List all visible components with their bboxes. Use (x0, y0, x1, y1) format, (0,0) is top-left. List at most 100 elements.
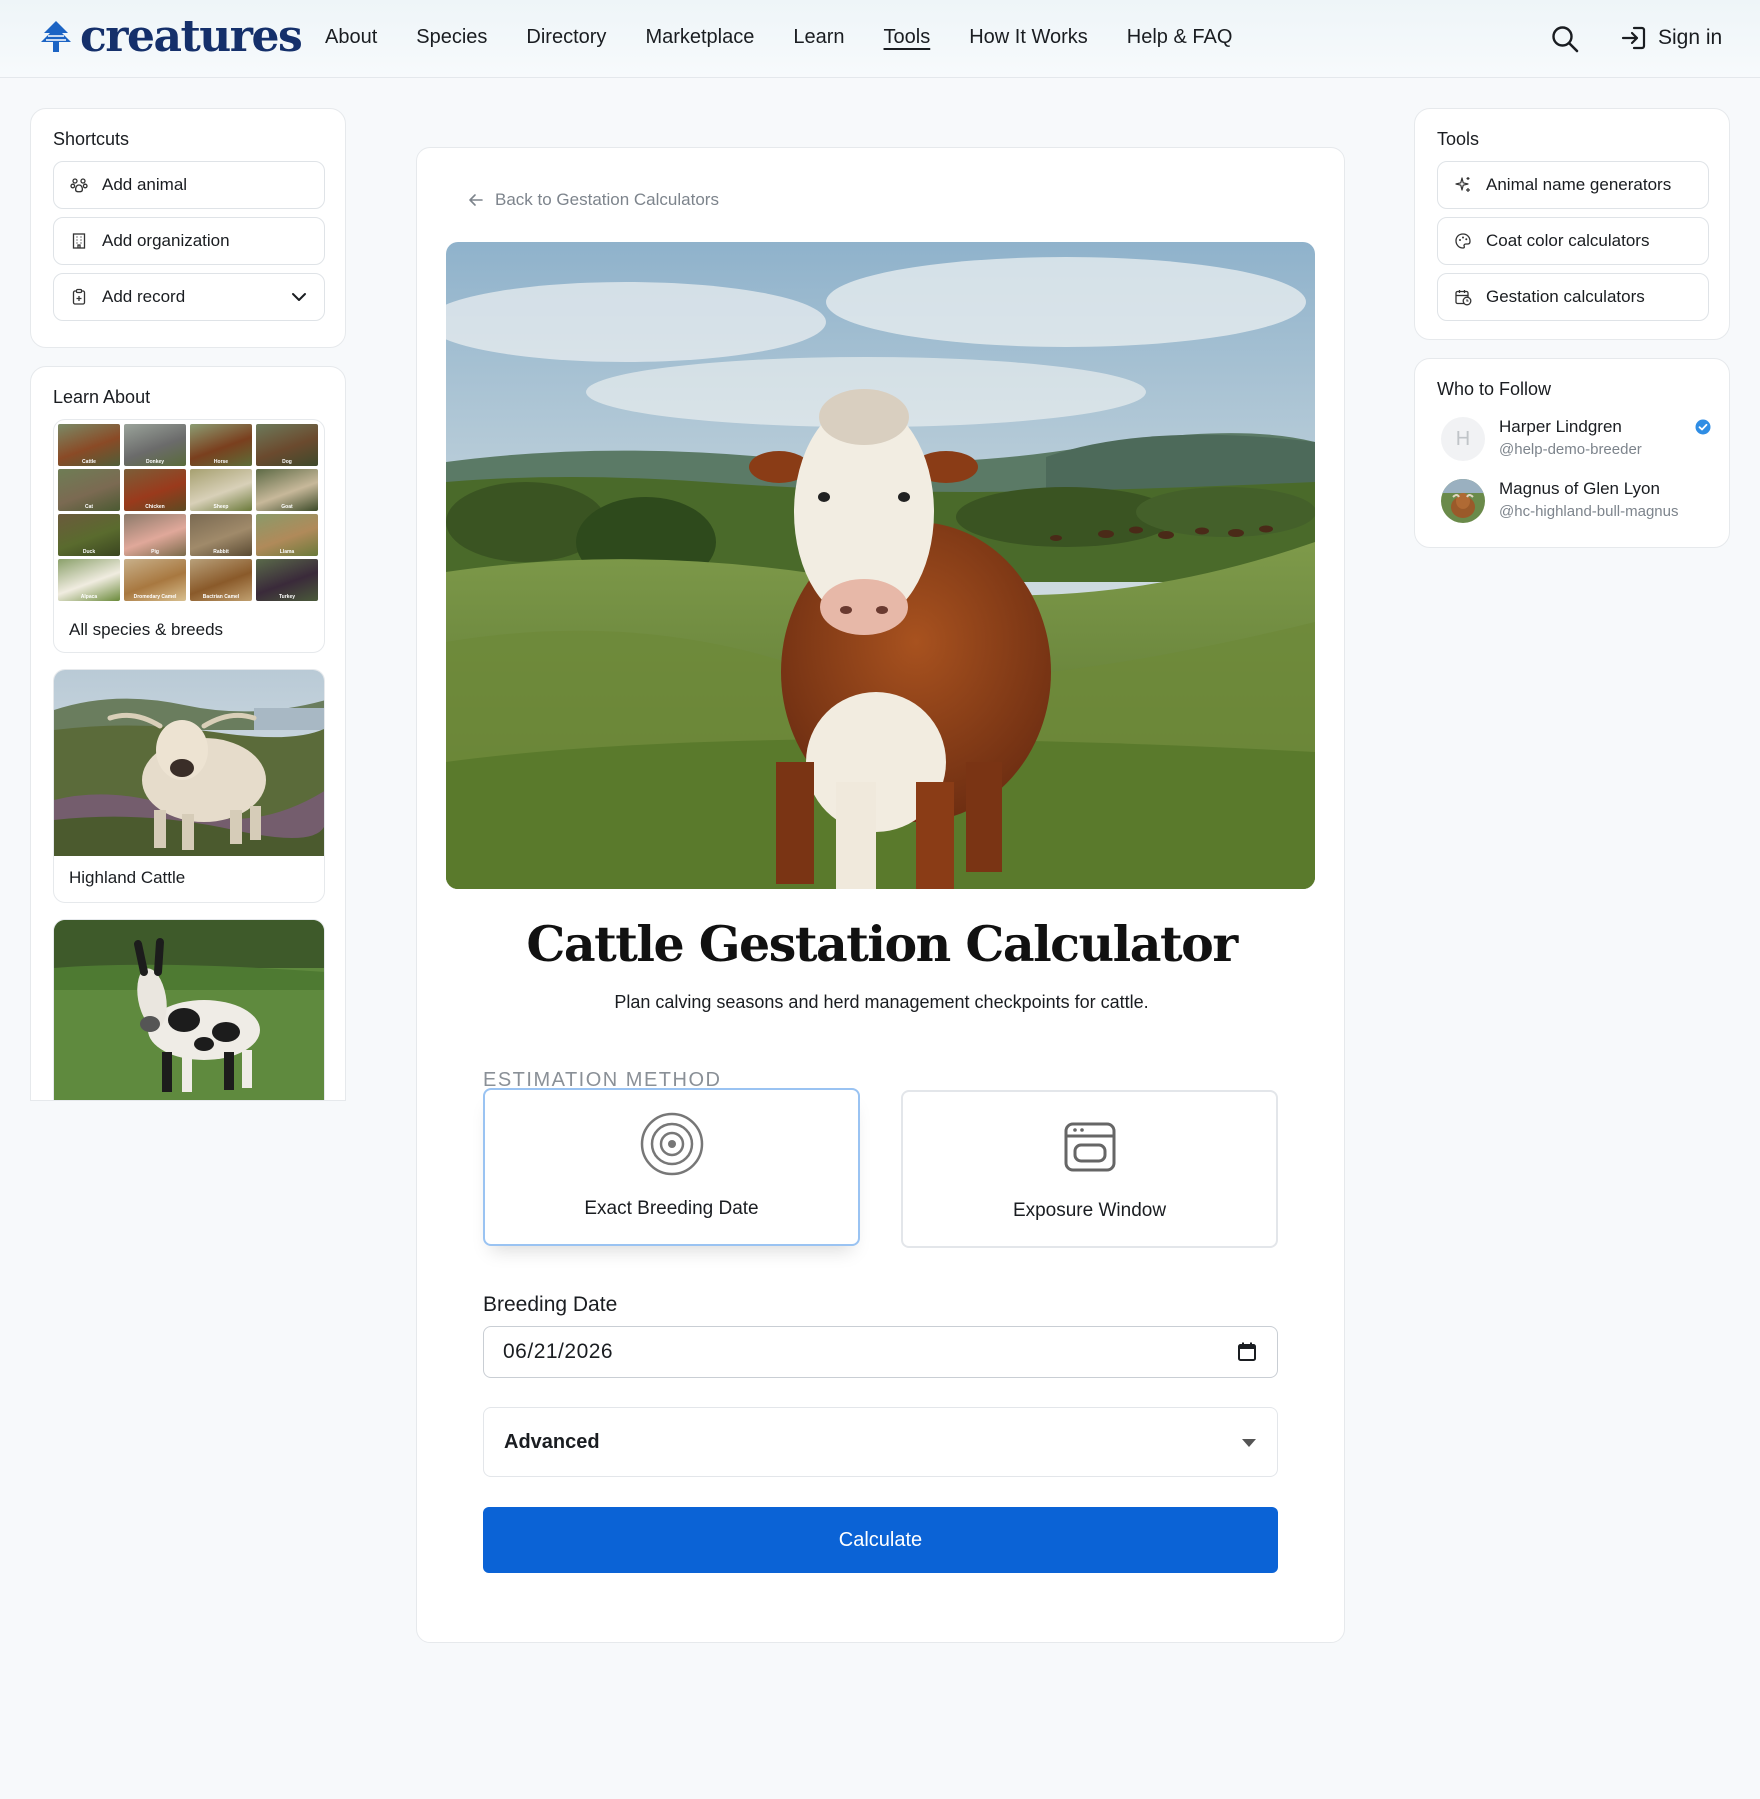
animal-name-generators-label: Animal name generators (1486, 175, 1672, 194)
species-tile: Duck (58, 514, 120, 556)
login-icon (1621, 26, 1646, 50)
shortcuts-title: Shortcuts (53, 129, 130, 149)
species-tile: Cattle (58, 424, 120, 466)
species-tile: Pig (124, 514, 186, 556)
breeding-date-label: Breeding Date (483, 1293, 618, 1316)
spotted-donkey-card[interactable] (53, 919, 325, 1100)
advanced-label: Advanced (504, 1430, 600, 1453)
caret-down-icon (1242, 1439, 1256, 1447)
shortcuts-panel: Shortcuts Add animal Add organization Ad… (30, 108, 346, 348)
paw-icon (70, 178, 88, 193)
building-icon (72, 233, 86, 249)
nav-item-help-faq[interactable]: Help & FAQ (1127, 26, 1233, 49)
animal-name-generators-link[interactable]: Animal name generators (1437, 161, 1709, 209)
top-navigation-bar: creatures About Species Directory Market… (0, 0, 1760, 78)
add-organization-button[interactable]: Add organization (53, 217, 325, 265)
who-to-follow-panel: Who to Follow H Harper Lindgren @help-de… (1414, 358, 1730, 548)
nav-item-marketplace[interactable]: Marketplace (645, 26, 754, 49)
hero-cow-image (446, 242, 1315, 889)
sign-in-label: Sign in (1658, 26, 1723, 49)
gestation-calculators-link[interactable]: Gestation calculators (1437, 273, 1709, 321)
breeding-date-input[interactable]: 06/21/2026 (483, 1326, 1278, 1378)
tools-title: Tools (1437, 129, 1480, 149)
exposure-window-option[interactable]: Exposure Window (901, 1090, 1278, 1248)
follow-handle: @help-demo-breeder (1499, 441, 1642, 458)
nav-item-tools[interactable]: Tools (884, 26, 931, 49)
calendar-window-icon (1064, 1122, 1115, 1172)
back-to-gestation-link[interactable]: Back to Gestation Calculators (467, 190, 719, 210)
learn-about-panel: Learn About Cattle Donkey Horse Dog Cat … (30, 366, 346, 1101)
page-title: Cattle Gestation Calculator (526, 915, 1238, 973)
highland-bull-avatar-image (1441, 479, 1485, 523)
target-icon (640, 1112, 703, 1176)
exact-breeding-date-label: Exact Breeding Date (584, 1198, 759, 1219)
calculator-card: Back to Gestation Calculators Cattle Ges… (416, 147, 1345, 1643)
all-species-card[interactable]: Cattle Donkey Horse Dog Cat Chicken Shee… (53, 419, 325, 653)
search-icon (1552, 26, 1579, 53)
add-organization-label: Add organization (102, 231, 230, 250)
back-link-label: Back to Gestation Calculators (495, 190, 719, 209)
verified-badge-icon (1695, 419, 1711, 435)
follow-name: Harper Lindgren (1499, 417, 1622, 436)
spotted-donkey-image (54, 920, 324, 1100)
species-tile: Dromedary Camel (124, 559, 186, 601)
add-animal-button[interactable]: Add animal (53, 161, 325, 209)
who-to-follow-title: Who to Follow (1437, 379, 1552, 399)
follow-suggestion[interactable]: H Harper Lindgren @help-demo-breeder (1441, 417, 1711, 465)
species-tile: Donkey (124, 424, 186, 466)
main-nav: About Species Directory Marketplace Lear… (325, 26, 1232, 49)
all-species-label: All species & breeds (69, 620, 224, 639)
add-record-label: Add record (102, 287, 186, 306)
nav-item-about[interactable]: About (325, 26, 377, 49)
highland-cattle-card[interactable]: Highland Cattle (53, 669, 325, 903)
logo-tree-icon (41, 21, 71, 52)
species-tile: Turkey (256, 559, 318, 601)
calculate-button[interactable]: Calculate (483, 1507, 1278, 1573)
species-tile: Dog (256, 424, 318, 466)
hereford-cow-photo (446, 242, 1315, 889)
brand-logo[interactable]: creatures (38, 11, 303, 62)
coat-color-calculators-label: Coat color calculators (1486, 231, 1650, 250)
highland-cattle-label: Highland Cattle (69, 868, 186, 887)
species-tile: Chicken (124, 469, 186, 511)
palette-icon (1455, 233, 1471, 249)
avatar: H (1441, 417, 1485, 461)
follow-suggestion[interactable]: Magnus of Glen Lyon @hc-highland-bull-ma… (1441, 479, 1711, 527)
add-record-dropdown[interactable]: Add record (53, 273, 325, 321)
species-tile: Sheep (190, 469, 252, 511)
arrow-left-icon (469, 194, 483, 206)
species-tile: Rabbit (190, 514, 252, 556)
exposure-window-label: Exposure Window (1012, 1200, 1167, 1221)
species-tile: Horse (190, 424, 252, 466)
page-subtitle: Plan calving seasons and herd management… (614, 992, 1149, 1012)
sign-in-button[interactable]: Sign in (1620, 24, 1722, 52)
search-button[interactable] (1550, 24, 1580, 54)
tools-panel: Tools Animal name generators Coat color … (1414, 108, 1730, 340)
sparkles-icon (1455, 177, 1470, 192)
species-tile: Alpaca (58, 559, 120, 601)
follow-handle: @hc-highland-bull-magnus (1499, 503, 1679, 520)
brand-name: creatures (80, 11, 303, 62)
nav-item-directory[interactable]: Directory (526, 26, 606, 49)
learn-about-title: Learn About (53, 387, 151, 407)
add-animal-label: Add animal (102, 175, 188, 194)
species-tile: Goat (256, 469, 318, 511)
nav-item-learn[interactable]: Learn (793, 26, 844, 49)
highland-cattle-image (54, 670, 324, 856)
chevron-down-icon (292, 293, 306, 301)
calendar-icon[interactable] (1237, 1341, 1257, 1363)
follow-name: Magnus of Glen Lyon (1499, 479, 1660, 498)
calendar-clock-icon (1455, 290, 1472, 306)
nav-item-species[interactable]: Species (416, 26, 487, 49)
gestation-calculators-label: Gestation calculators (1486, 287, 1645, 306)
avatar (1441, 479, 1485, 523)
species-tile: Cat (58, 469, 120, 511)
coat-color-calculators-link[interactable]: Coat color calculators (1437, 217, 1709, 265)
species-tile: Llama (256, 514, 318, 556)
species-tile: Bactrian Camel (190, 559, 252, 601)
nav-item-how-it-works[interactable]: How It Works (969, 26, 1088, 49)
advanced-options-toggle[interactable]: Advanced (483, 1407, 1278, 1477)
exact-breeding-date-option[interactable]: Exact Breeding Date (483, 1088, 860, 1246)
species-image-grid: Cattle Donkey Horse Dog Cat Chicken Shee… (58, 424, 318, 608)
breeding-date-value: 06/21/2026 (503, 1340, 614, 1363)
